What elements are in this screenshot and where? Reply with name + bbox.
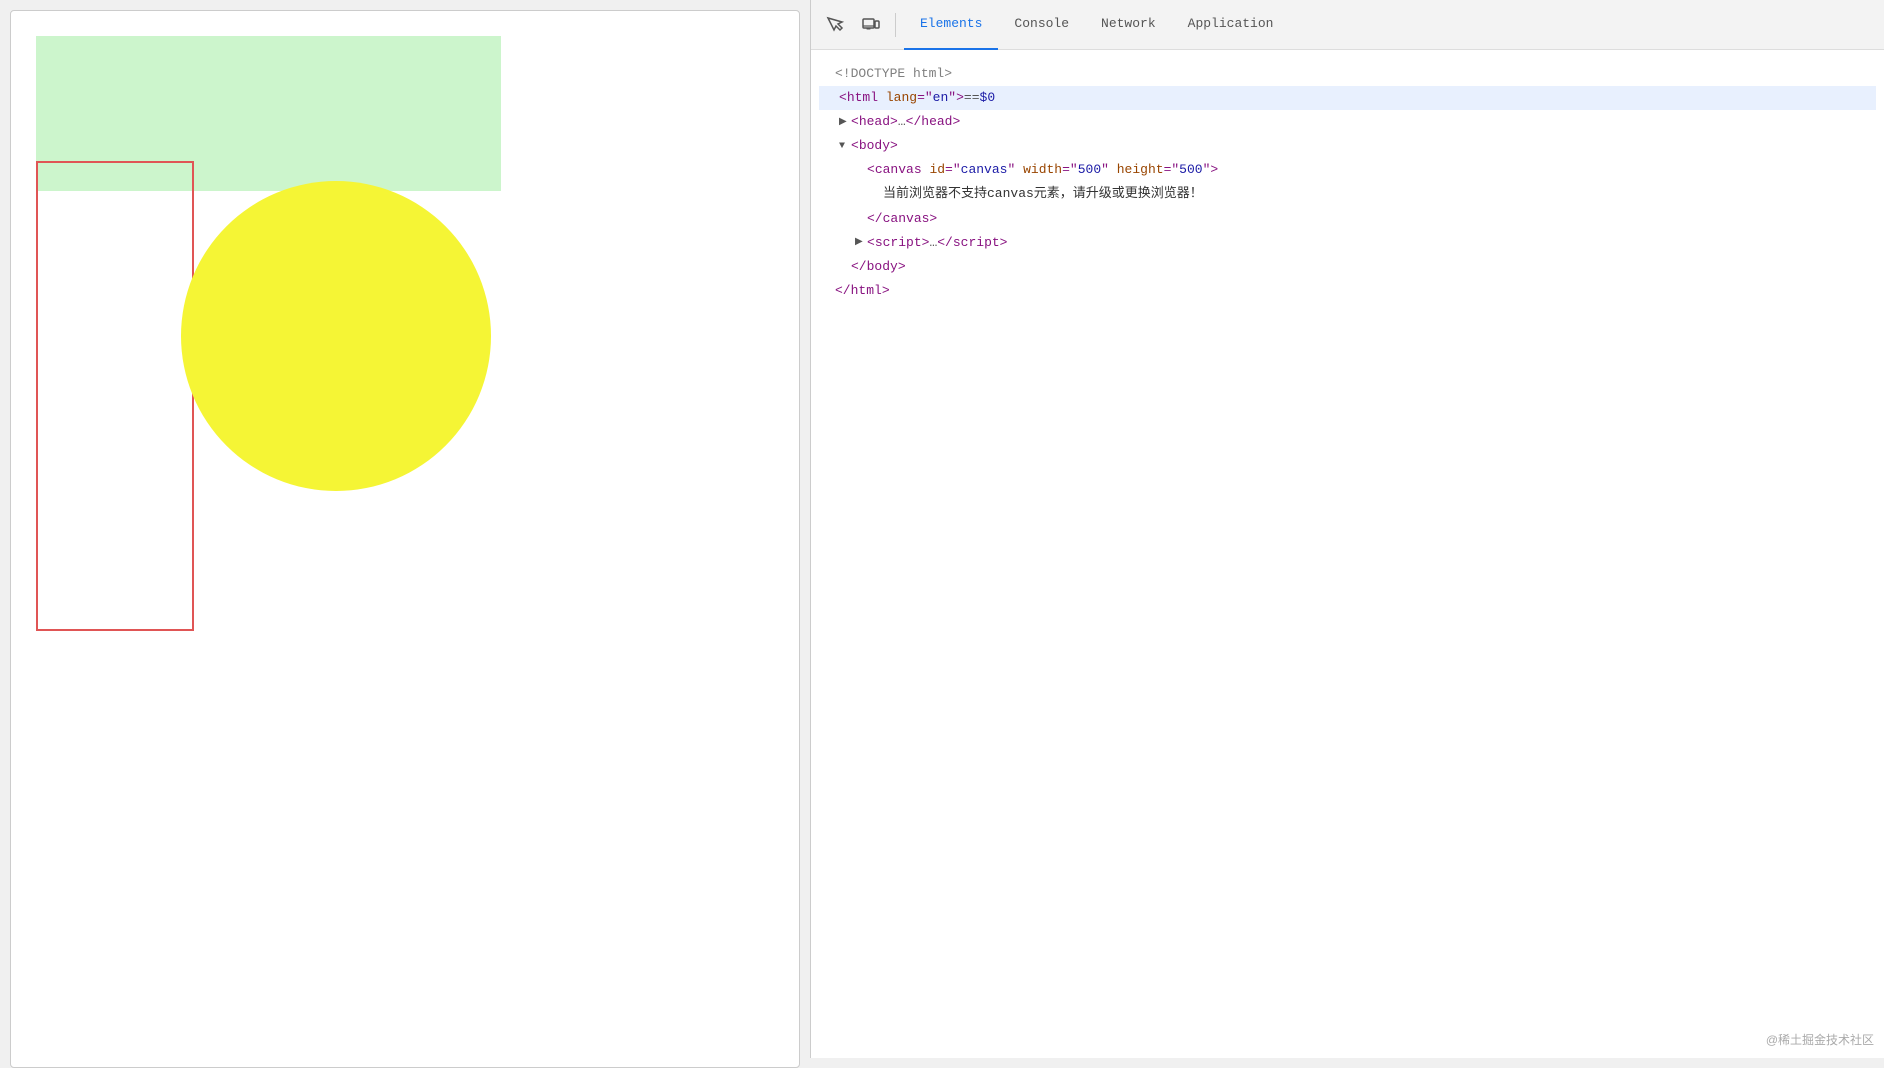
body-close-line[interactable]: </body> [819,255,1876,279]
html-equals: == [964,87,980,109]
inspect-element-button[interactable] [819,9,851,41]
html-tag-line[interactable]: ··· <html lang="en" > == $0 [819,86,1876,110]
watermark: @稀土掘金技术社区 [1766,1031,1874,1048]
canvas-text-line[interactable]: 当前浏览器不支持canvas元素，请升级或更换浏览器！ [819,182,1876,206]
html-close-line[interactable]: </html> [819,279,1876,303]
doctype-text: <!DOCTYPE html> [835,63,952,85]
canvas-area [26,26,526,526]
dom-tree: <!DOCTYPE html> ··· <html lang="en" > ==… [811,58,1884,307]
head-tag-name: head [859,111,890,133]
canvas-fallback-text: 当前浏览器不支持canvas元素，请升级或更换浏览器！ [883,183,1203,205]
tab-application[interactable]: Application [1172,0,1290,50]
head-toggle[interactable] [839,114,851,131]
doctype-line[interactable]: <!DOCTYPE html> [819,62,1876,86]
canvas-close-line[interactable]: </canvas> [819,207,1876,231]
devtools-tabs: Elements Console Network Application [904,0,1289,50]
body-tag-name: body [859,135,890,157]
tab-network[interactable]: Network [1085,0,1172,50]
devtools-content: <!DOCTYPE html> ··· <html lang="en" > ==… [811,50,1884,1058]
yellow-circle [181,181,491,491]
tab-elements[interactable]: Elements [904,0,998,50]
devtools-toolbar: Elements Console Network Application [811,0,1884,50]
html-tag-name: html [847,87,878,109]
script-toggle[interactable] [855,234,867,251]
red-rectangle [36,161,194,631]
html-lang-value: en [933,87,949,109]
body-toggle[interactable] [839,138,851,155]
devtools-panel: Elements Console Network Application <!D… [810,0,1884,1058]
head-tag-line[interactable]: <head> … </head> [819,110,1876,134]
canvas-open-line[interactable]: <canvas id="canvas" width="500" height="… [819,158,1876,182]
html-lang-attr: lang [886,87,917,109]
toolbar-divider [895,13,896,37]
html-dollar: $0 [980,87,996,109]
body-open-line[interactable]: <body> [819,134,1876,158]
browser-preview [10,10,800,1068]
script-tag-line[interactable]: <script> … </script> [819,231,1876,255]
script-tag-name: script [875,232,922,254]
device-toggle-button[interactable] [855,9,887,41]
canvas-tag-name: canvas [875,159,922,181]
html-open-bracket: < [839,87,847,109]
tab-console[interactable]: Console [998,0,1085,50]
